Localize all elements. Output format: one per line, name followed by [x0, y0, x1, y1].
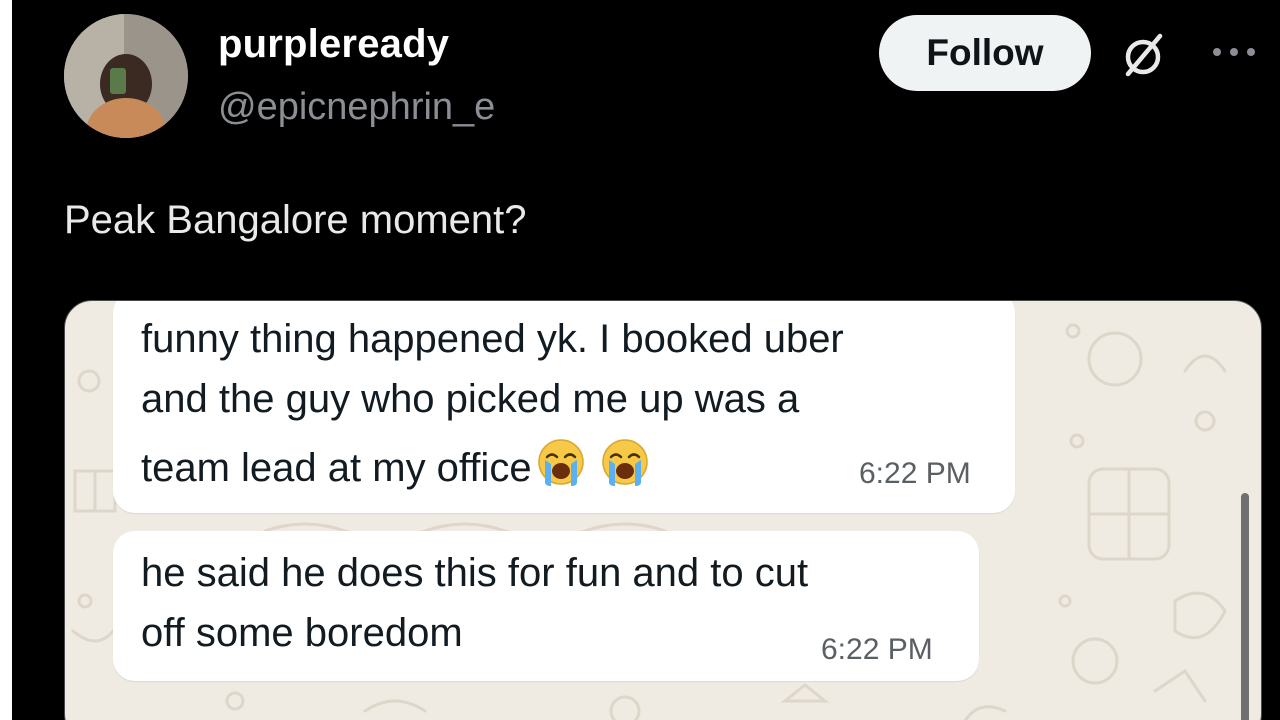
avatar[interactable]	[64, 14, 188, 138]
display-name[interactable]: purpleready	[218, 22, 449, 67]
message-line: funny thing happened yk. I booked uber	[141, 317, 844, 361]
message-line: and the guy who picked me up was a	[141, 377, 800, 421]
message-timestamp: 6:22 PM	[859, 457, 971, 490]
grok-icon[interactable]	[1118, 30, 1168, 80]
chat-message-bubble: he said he does this for fun and to cut …	[113, 531, 979, 681]
tweet-screenshot: purpleready @epicnephrin_e Follow Peak B…	[0, 0, 1280, 720]
more-icon[interactable]	[1210, 42, 1258, 62]
scrollbar[interactable]	[1241, 493, 1249, 720]
loudly-crying-face-icon	[601, 439, 648, 486]
follow-button[interactable]: Follow	[879, 15, 1091, 91]
chat-screenshot-image[interactable]: funny thing happened yk. I booked uber a…	[64, 300, 1262, 720]
user-handle[interactable]: @epicnephrin_e	[218, 86, 495, 129]
message-timestamp: 6:22 PM	[821, 633, 933, 666]
message-line: he said he does this for fun and to cut	[141, 551, 809, 595]
message-line: team lead at my office	[141, 446, 532, 490]
tweet-text: Peak Bangalore moment?	[64, 198, 527, 242]
loudly-crying-face-icon	[537, 439, 584, 486]
message-line: off some boredom	[141, 611, 463, 655]
chat-message-bubble: funny thing happened yk. I booked uber a…	[113, 301, 1015, 513]
message-line-with-emoji: team lead at my office	[141, 437, 650, 491]
left-edge-strip	[0, 0, 12, 720]
